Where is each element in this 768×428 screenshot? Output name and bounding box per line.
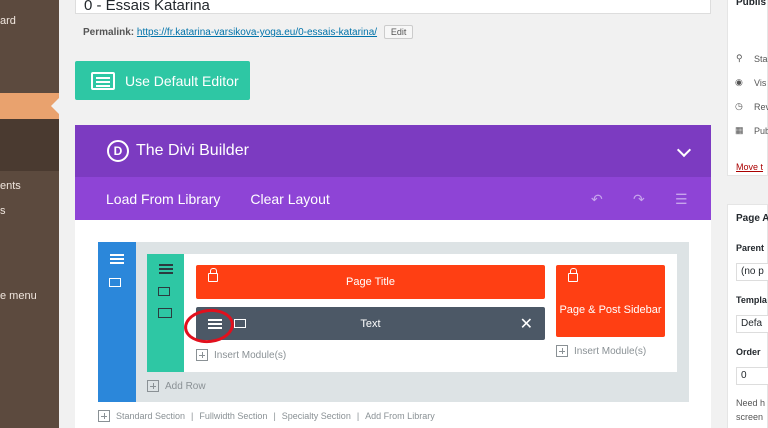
clear-layout-button[interactable]: Clear Layout [250, 191, 329, 207]
row-menu-icon[interactable] [159, 264, 173, 266]
permalink: Permalink: https://fr.katarina-varsikova… [83, 25, 414, 39]
editor-icon [91, 71, 115, 90]
visibility-label: Vis [754, 78, 767, 88]
chevron-down-icon[interactable] [676, 142, 692, 158]
add-section-links: Standard Section | Fullwidth Section | S… [98, 410, 435, 422]
add-row-label: Add Row [165, 380, 206, 392]
add-row-button[interactable]: Add Row [147, 380, 206, 392]
parent-select[interactable]: (no p [736, 263, 768, 281]
permalink-label: Permalink: [83, 27, 135, 38]
plus-icon [556, 345, 568, 357]
help-text-line1: Need h [736, 398, 766, 408]
insert-module-button[interactable]: Insert Module(s) [196, 349, 286, 361]
section-menu-icon[interactable] [110, 254, 124, 256]
template-select[interactable]: Defa [736, 315, 768, 333]
page-attributes-title: Page A [736, 213, 768, 224]
revisions-label: Rev [754, 102, 768, 112]
sidebar-item-comments[interactable]: ents [0, 180, 59, 192]
insert-module-button-col2[interactable]: Insert Module(s) [556, 345, 646, 357]
parent-label: Parent [736, 243, 765, 253]
close-icon[interactable]: ✕ [520, 314, 533, 334]
section-duplicate-icon[interactable] [109, 278, 121, 287]
specialty-section-link[interactable]: Specialty Section [282, 411, 351, 421]
right-meta-column: Publis ⚲ Sta ◉ Vis ◷ Rev ▦ Pub Move t Pa… [727, 0, 768, 428]
order-input[interactable]: 0 [736, 367, 768, 385]
redo-icon[interactable]: ↷ [633, 191, 645, 208]
lock-icon [568, 268, 578, 282]
row-columns-icon[interactable] [158, 308, 172, 318]
default-editor-label: Use Default Editor [125, 72, 239, 89]
plus-icon [98, 410, 110, 422]
sidebar-item-dashboard[interactable]: ard [0, 15, 59, 27]
move-to-trash-link[interactable]: Move t [736, 162, 763, 172]
divi-logo-icon: D [107, 140, 129, 162]
permalink-edit-button[interactable]: Edit [383, 25, 414, 39]
insert-module-label: Insert Module(s) [214, 349, 287, 361]
calendar-icon: ▦ [735, 125, 744, 135]
history-icon[interactable]: ☰ [675, 191, 688, 208]
post-title-input[interactable]: 0 - Essais Katarina [75, 0, 711, 14]
pin-icon: ⚲ [736, 53, 743, 63]
divi-toolbar: Load From Library Clear Layout ↶ ↷ ☰ [75, 177, 711, 220]
load-from-library-button[interactable]: Load From Library [106, 191, 220, 207]
fullwidth-section-link[interactable]: Fullwidth Section [199, 411, 267, 421]
separator: | [191, 411, 194, 421]
template-label: Templa [736, 295, 767, 305]
clock-icon: ◷ [735, 101, 743, 111]
status-label: Sta [754, 54, 768, 64]
permalink-link[interactable]: https://fr.katarina-varsikova-yoga.eu/0-… [137, 27, 377, 38]
plus-icon [196, 349, 208, 361]
divi-builder-panel: D The Divi Builder Load From Library Cle… [75, 125, 711, 428]
sidebar-submenu [0, 119, 59, 171]
standard-section-link[interactable]: Standard Section [116, 411, 185, 421]
add-from-library-link[interactable]: Add From Library [365, 411, 435, 421]
module-sidebar[interactable]: Page & Post Sidebar [556, 265, 665, 337]
admin-sidebar: ard ents s e menu [0, 0, 59, 428]
module-text[interactable]: Text ✕ [196, 307, 545, 340]
module-page-title-label: Page Title [346, 276, 395, 288]
undo-icon[interactable]: ↶ [591, 191, 603, 208]
publish-box: Publis ⚲ Sta ◉ Vis ◷ Rev ▦ Pub Move t [727, 0, 768, 176]
section-settings-bar[interactable] [98, 242, 136, 402]
sidebar-item-collapse-menu[interactable]: e menu [0, 290, 59, 302]
module-duplicate-icon[interactable] [234, 319, 246, 328]
row-settings-bar[interactable] [147, 254, 184, 372]
separator: | [356, 411, 360, 421]
publish-title: Publis [736, 0, 767, 8]
order-label: Order [736, 347, 761, 357]
use-default-editor-button[interactable]: Use Default Editor [75, 61, 250, 100]
eye-icon: ◉ [735, 77, 743, 87]
divi-header: D The Divi Builder [75, 125, 711, 177]
sidebar-item-s[interactable]: s [0, 205, 59, 217]
publish-date-label: Pub [754, 126, 768, 136]
sidebar-active-arrow [51, 98, 59, 114]
insert-module-label: Insert Module(s) [574, 345, 647, 357]
row-duplicate-icon[interactable] [158, 287, 170, 296]
plus-icon [147, 380, 159, 392]
module-sidebar-label: Page & Post Sidebar [559, 303, 662, 316]
divi-title: The Divi Builder [136, 142, 249, 159]
module-page-title[interactable]: Page Title [196, 265, 545, 299]
module-text-label: Text [360, 317, 381, 330]
separator: | [273, 411, 276, 421]
help-text-line2: screen [736, 412, 764, 422]
page-attributes-box: Page A Parent (no p Templa Defa Order 0 … [727, 204, 768, 428]
lock-icon [208, 268, 218, 282]
